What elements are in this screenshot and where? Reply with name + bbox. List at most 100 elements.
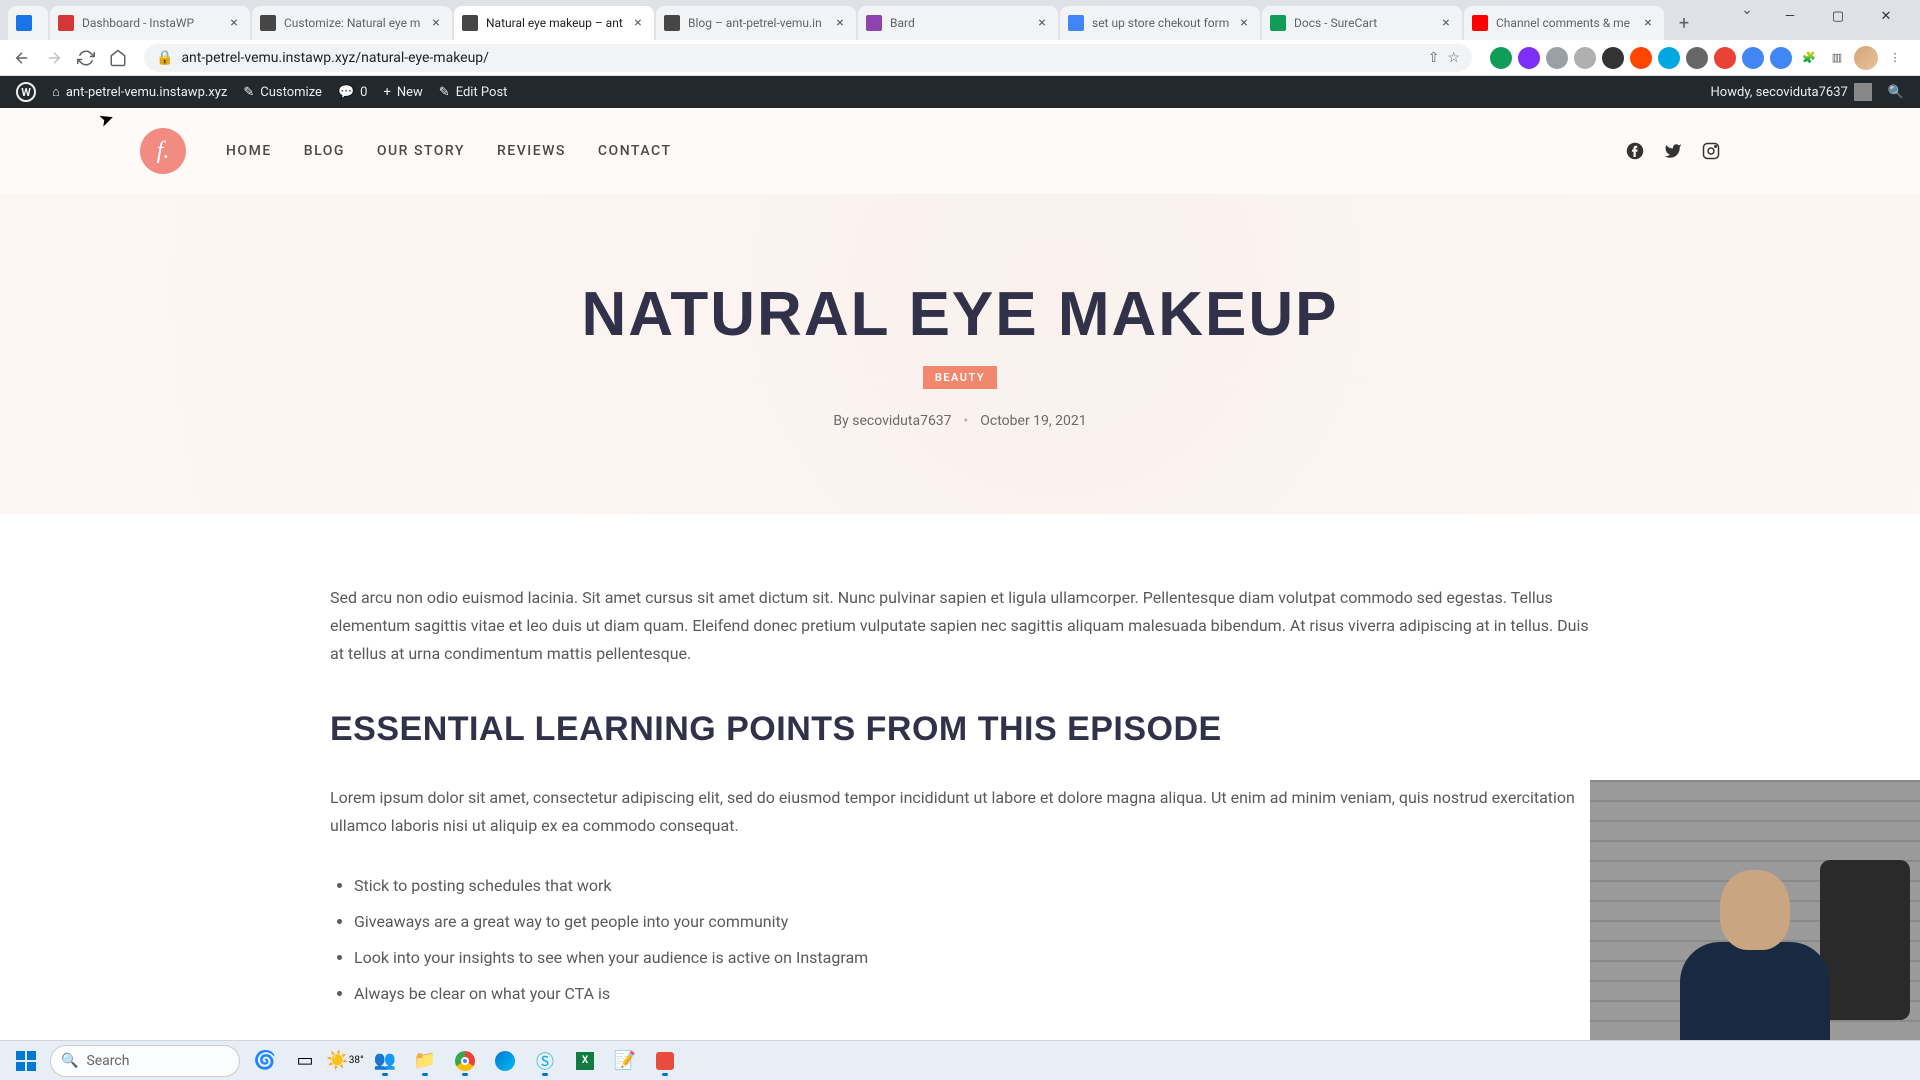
browser-tab[interactable]: Channel comments & me × (1464, 6, 1664, 40)
close-icon[interactable]: × (832, 15, 848, 31)
url-bar[interactable]: 🔒 ant-petrel-vemu.instawp.xyz/natural-ey… (144, 44, 1472, 72)
bullet-list: Stick to posting schedules that work Giv… (330, 872, 1590, 1008)
notepad-icon[interactable]: 📝 (606, 1044, 644, 1078)
reload-button[interactable] (72, 44, 100, 72)
menu-item-our-story[interactable]: OUR STORY (377, 143, 465, 159)
wp-howdy[interactable]: Howdy, secoviduta7637 (1703, 76, 1880, 108)
url-text: ant-petrel-vemu.instawp.xyz/natural-eye-… (181, 50, 1419, 66)
extension-icon[interactable] (1602, 47, 1624, 69)
tab-title: Customize: Natural eye m (284, 16, 422, 30)
wp-edit-post[interactable]: ✎Edit Post (431, 76, 516, 108)
category-badge[interactable]: BEAUTY (923, 366, 997, 389)
back-button[interactable] (8, 44, 36, 72)
wp-comments[interactable]: 💬0 (330, 76, 376, 108)
windows-taskbar: 🔍 Search 🌀 ▭ ☀️38° 👥 📁 Ⓢ X 📝 (0, 1040, 1920, 1080)
main-menu: HOME BLOG OUR STORY REVIEWS CONTACT (226, 143, 671, 159)
weather-icon[interactable]: ☀️38° (326, 1044, 364, 1078)
extension-icon[interactable] (1490, 47, 1512, 69)
twitter-icon[interactable] (1664, 142, 1682, 160)
profile-avatar[interactable] (1854, 46, 1878, 70)
excel-icon[interactable]: X (566, 1044, 604, 1078)
maximize-button[interactable]: ▢ (1818, 2, 1858, 30)
close-icon[interactable]: × (630, 15, 646, 31)
skype-icon[interactable]: Ⓢ (526, 1044, 564, 1078)
extension-icon[interactable] (1574, 47, 1596, 69)
close-icon[interactable]: × (1034, 15, 1050, 31)
wp-admin-bar: W ⌂ant-petrel-vemu.instawp.xyz ✎Customiz… (0, 76, 1920, 108)
site-logo[interactable]: f. (140, 128, 186, 174)
share-icon[interactable]: ⇧ (1428, 50, 1440, 66)
separator-icon: • (964, 413, 969, 429)
file-explorer-icon[interactable]: 📁 (406, 1044, 444, 1078)
menu-item-blog[interactable]: BLOG (304, 143, 345, 159)
wp-logo[interactable]: W (8, 76, 44, 108)
menu-icon[interactable]: ⋮ (1884, 47, 1906, 69)
extension-icon[interactable] (1518, 47, 1540, 69)
tab-title: Channel comments & me (1496, 16, 1634, 30)
menu-item-contact[interactable]: CONTACT (598, 143, 672, 159)
extension-icon[interactable] (1770, 47, 1792, 69)
site-header: f. HOME BLOG OUR STORY REVIEWS CONTACT (0, 108, 1920, 194)
social-links (1626, 142, 1780, 160)
close-icon[interactable]: × (428, 15, 444, 31)
extension-icon[interactable] (1658, 47, 1680, 69)
browser-tab-active[interactable]: Natural eye makeup – ant × (454, 6, 654, 40)
search-placeholder: Search (86, 1053, 129, 1069)
wp-new[interactable]: +New (375, 76, 430, 108)
menu-item-home[interactable]: HOME (226, 143, 272, 159)
new-tab-button[interactable]: + (1670, 9, 1698, 37)
browser-tab[interactable]: Dashboard - InstaWP × (50, 6, 250, 40)
browser-tab[interactable]: Bard× (858, 6, 1058, 40)
extensions-menu-icon[interactable]: 🧩 (1798, 47, 1820, 69)
browser-tab[interactable]: Blog – ant-petrel-vemu.in × (656, 6, 856, 40)
tab-title: Dashboard - InstaWP (82, 16, 220, 30)
author-link[interactable]: secoviduta7637 (852, 413, 951, 429)
body-paragraph: Lorem ipsum dolor sit amet, consectetur … (330, 784, 1590, 840)
extension-icon[interactable] (1714, 47, 1736, 69)
close-window-button[interactable]: ✕ (1866, 2, 1906, 30)
extension-icon[interactable] (1686, 47, 1708, 69)
wp-search[interactable]: 🔍 (1880, 76, 1912, 108)
webcam-overlay (1590, 780, 1920, 1040)
close-icon[interactable]: × (1236, 15, 1252, 31)
browser-tab[interactable]: set up store chekout form× (1060, 6, 1260, 40)
instagram-icon[interactable] (1702, 142, 1720, 160)
chrome-icon[interactable] (446, 1044, 484, 1078)
forward-button[interactable] (40, 44, 68, 72)
comment-icon: 💬 (338, 85, 354, 100)
section-heading: ESSENTIAL LEARNING POINTS FROM THIS EPIS… (330, 700, 1590, 760)
extension-icon[interactable] (1630, 47, 1652, 69)
close-icon[interactable]: × (1640, 15, 1656, 31)
start-button[interactable] (6, 1044, 46, 1078)
browser-tab[interactable]: Customize: Natural eye m × (252, 6, 452, 40)
list-item: Giveaways are a great way to get people … (354, 908, 1590, 936)
extension-icon[interactable] (1546, 47, 1568, 69)
teams-icon[interactable]: 👥 (366, 1044, 404, 1078)
browser-tab-bar: Dashboard - InstaWP × Customize: Natural … (0, 0, 1920, 40)
copilot-icon[interactable]: 🌀 (246, 1044, 284, 1078)
home-button[interactable] (104, 44, 132, 72)
extensions-area: 🧩 ▥ ⋮ (1484, 46, 1912, 70)
app-icon[interactable] (646, 1044, 684, 1078)
search-icon: 🔍 (61, 1053, 78, 1069)
tab-search-icon[interactable]: ⌄ (1732, 2, 1762, 18)
browser-tab[interactable] (8, 6, 48, 40)
browser-tab[interactable]: Docs - SureCart× (1262, 6, 1462, 40)
side-panel-icon[interactable]: ▥ (1826, 47, 1848, 69)
close-icon[interactable]: × (1438, 15, 1454, 31)
close-icon[interactable]: × (226, 15, 242, 31)
bookmark-icon[interactable]: ☆ (1447, 50, 1460, 66)
taskbar-search[interactable]: 🔍 Search (50, 1045, 240, 1077)
task-view-icon[interactable]: ▭ (286, 1044, 324, 1078)
minimize-button[interactable]: — (1770, 2, 1810, 30)
extension-icon[interactable] (1742, 47, 1764, 69)
wp-site-link[interactable]: ⌂ant-petrel-vemu.instawp.xyz (44, 76, 235, 108)
list-item: Always be clear on what your CTA is (354, 980, 1590, 1008)
tab-title: Natural eye makeup – ant (486, 16, 624, 30)
edge-icon[interactable] (486, 1044, 524, 1078)
tab-title: Blog – ant-petrel-vemu.in (688, 16, 826, 30)
menu-item-reviews[interactable]: REVIEWS (497, 143, 566, 159)
facebook-icon[interactable] (1626, 142, 1644, 160)
wp-customize[interactable]: ✎Customize (235, 76, 330, 108)
lock-icon: 🔒 (156, 50, 173, 66)
